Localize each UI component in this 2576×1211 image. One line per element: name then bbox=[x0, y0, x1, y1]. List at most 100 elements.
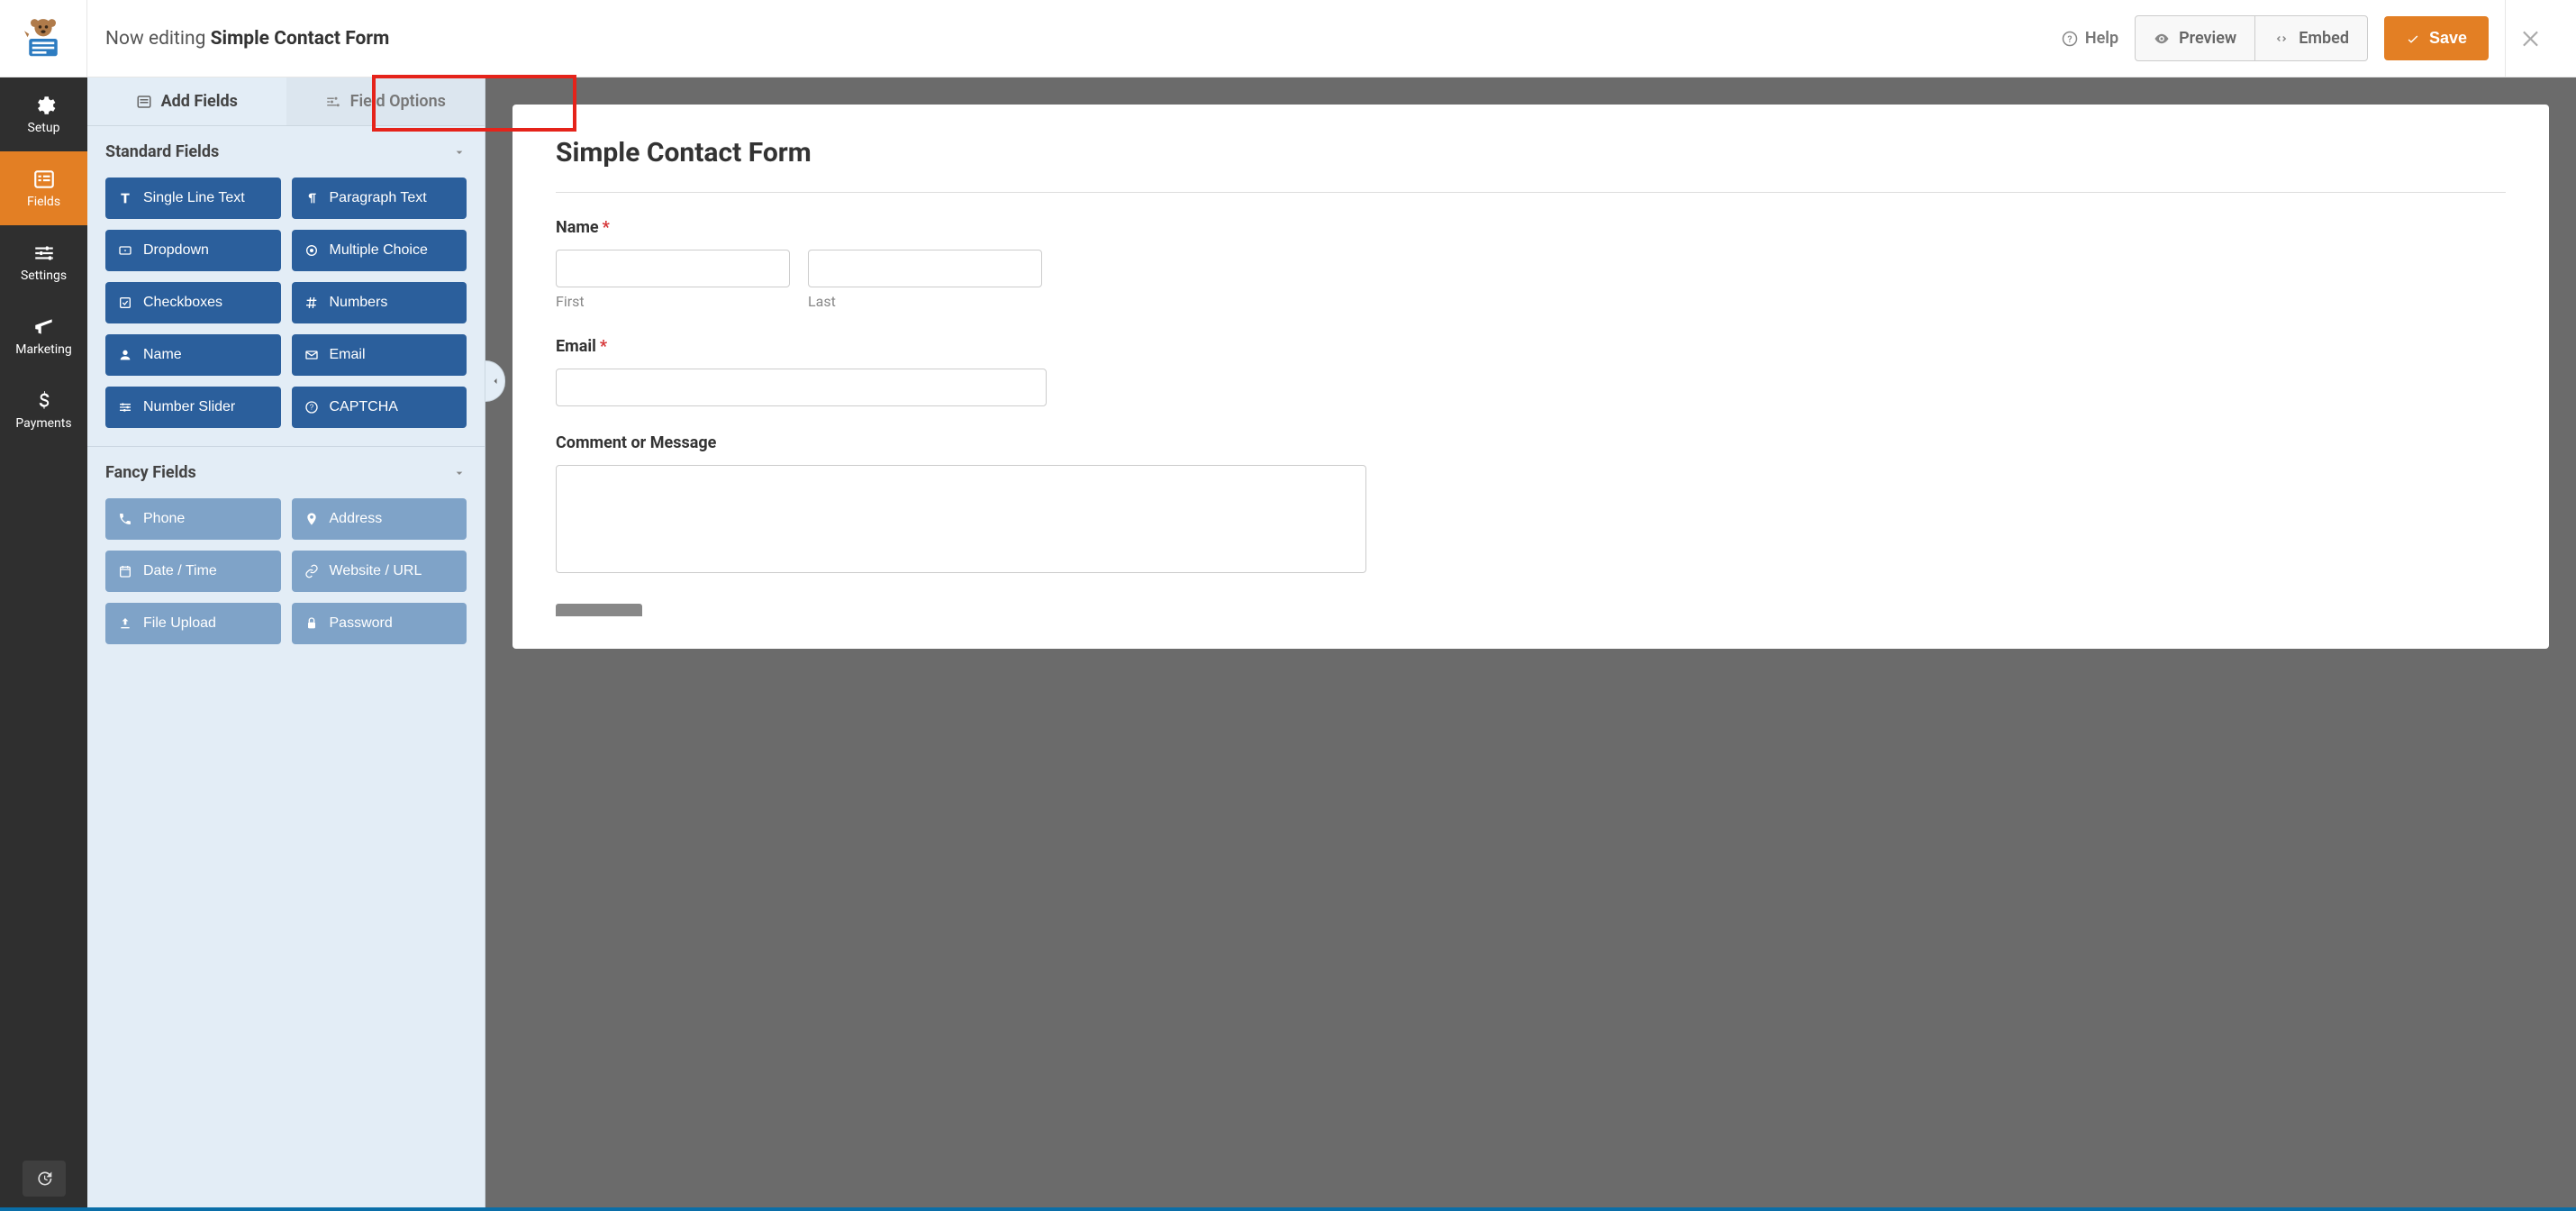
nav-setup[interactable]: Setup bbox=[0, 77, 87, 151]
section-standard-title: Standard Fields bbox=[105, 142, 219, 161]
form-title: Simple Contact Form bbox=[556, 137, 2506, 193]
link-icon bbox=[304, 564, 319, 578]
nav-fields-label: Fields bbox=[27, 195, 60, 209]
envelope-icon bbox=[304, 348, 319, 362]
embed-button[interactable]: Embed bbox=[2254, 16, 2367, 60]
help-button[interactable]: ? Help bbox=[2062, 29, 2118, 48]
calendar-icon bbox=[118, 564, 132, 578]
field-date-time[interactable]: Date / Time bbox=[105, 551, 281, 592]
sliders-icon bbox=[32, 241, 56, 265]
field-file-upload[interactable]: File Upload bbox=[105, 603, 281, 644]
history-icon bbox=[35, 1170, 53, 1188]
radio-icon bbox=[304, 243, 319, 258]
preview-button[interactable]: Preview bbox=[2136, 16, 2254, 60]
history-button[interactable] bbox=[23, 1161, 66, 1197]
nav-fields[interactable]: Fields bbox=[0, 151, 87, 225]
pin-icon bbox=[304, 512, 319, 526]
form-preview[interactable]: Simple Contact Form Name* First Last bbox=[512, 105, 2549, 649]
chevron-down-icon bbox=[452, 466, 467, 480]
check-icon bbox=[2406, 32, 2420, 46]
field-paragraph-text[interactable]: Paragraph Text bbox=[292, 178, 467, 219]
svg-text:?: ? bbox=[309, 404, 313, 412]
field-checkboxes[interactable]: Checkboxes bbox=[105, 282, 281, 323]
section-fancy-header[interactable]: Fancy Fields bbox=[87, 447, 485, 491]
comment-textarea[interactable] bbox=[556, 465, 1366, 573]
field-phone[interactable]: Phone bbox=[105, 498, 281, 540]
logo bbox=[0, 0, 87, 77]
field-website[interactable]: Website / URL bbox=[292, 551, 467, 592]
editing-prefix: Now editing bbox=[105, 28, 205, 50]
help-label: Help bbox=[2085, 29, 2118, 48]
tab-add-fields[interactable]: Add Fields bbox=[87, 77, 286, 125]
field-name[interactable]: Name bbox=[105, 334, 281, 376]
checkbox-icon bbox=[118, 296, 132, 310]
nav-marketing-label: Marketing bbox=[15, 342, 72, 357]
slider-icon bbox=[118, 400, 132, 414]
fields-panel: Add Fields Field Options Standard Fields… bbox=[87, 77, 485, 1211]
lock-icon bbox=[304, 616, 319, 631]
panel-tabs: Add Fields Field Options bbox=[87, 77, 485, 126]
section-fancy-title: Fancy Fields bbox=[105, 463, 196, 482]
paragraph-icon bbox=[304, 191, 319, 205]
save-button[interactable]: Save bbox=[2384, 16, 2489, 60]
editing-form-name: Simple Contact Form bbox=[211, 28, 390, 50]
preview-embed-group: Preview Embed bbox=[2135, 15, 2368, 61]
email-input[interactable] bbox=[556, 369, 1047, 406]
close-icon bbox=[2520, 27, 2544, 50]
svg-text:?: ? bbox=[2067, 32, 2072, 44]
field-multiple-choice[interactable]: Multiple Choice bbox=[292, 230, 467, 271]
chevron-down-icon bbox=[452, 145, 467, 159]
wpforms-logo-icon bbox=[18, 14, 68, 64]
required-asterisk: * bbox=[603, 218, 610, 237]
submit-button[interactable] bbox=[556, 604, 642, 616]
field-password[interactable]: Password bbox=[292, 603, 467, 644]
form-icon bbox=[136, 94, 152, 110]
first-sublabel: First bbox=[556, 293, 790, 310]
dollar-icon bbox=[32, 389, 56, 413]
gear-icon bbox=[32, 94, 56, 117]
embed-label: Embed bbox=[2299, 29, 2349, 48]
user-icon bbox=[118, 348, 132, 362]
tab-options-label: Field Options bbox=[350, 92, 446, 111]
field-email-block[interactable]: Email* bbox=[556, 337, 2506, 406]
nav-payments-label: Payments bbox=[15, 416, 71, 431]
field-comment-block[interactable]: Comment or Message bbox=[556, 433, 2506, 577]
last-sublabel: Last bbox=[808, 293, 1042, 310]
last-name-input[interactable] bbox=[808, 250, 1042, 287]
bottom-accent bbox=[0, 1207, 2576, 1211]
field-email[interactable]: Email bbox=[292, 334, 467, 376]
field-single-line-text[interactable]: Single Line Text bbox=[105, 178, 281, 219]
name-label: Name* bbox=[556, 218, 2506, 237]
options-icon bbox=[325, 94, 341, 110]
list-icon bbox=[32, 168, 56, 191]
email-label: Email* bbox=[556, 337, 2506, 356]
editing-label: Now editing Simple Contact Form bbox=[105, 28, 389, 50]
field-number-slider[interactable]: Number Slider bbox=[105, 387, 281, 428]
hash-icon bbox=[304, 296, 319, 310]
help-icon: ? bbox=[2062, 31, 2078, 47]
save-label: Save bbox=[2429, 29, 2467, 48]
form-canvas: Simple Contact Form Name* First Last bbox=[485, 77, 2576, 1211]
upload-icon bbox=[118, 616, 132, 631]
close-button[interactable] bbox=[2505, 0, 2558, 77]
field-address[interactable]: Address bbox=[292, 498, 467, 540]
nav-settings[interactable]: Settings bbox=[0, 225, 87, 299]
nav-setup-label: Setup bbox=[28, 121, 60, 135]
nav-marketing[interactable]: Marketing bbox=[0, 299, 87, 373]
code-icon bbox=[2273, 31, 2290, 47]
field-numbers[interactable]: Numbers bbox=[292, 282, 467, 323]
preview-label: Preview bbox=[2179, 29, 2236, 48]
phone-icon bbox=[118, 512, 132, 526]
question-icon: ? bbox=[304, 400, 319, 414]
field-captcha[interactable]: ?CAPTCHA bbox=[292, 387, 467, 428]
field-name-block[interactable]: Name* First Last bbox=[556, 218, 2506, 310]
first-name-input[interactable] bbox=[556, 250, 790, 287]
field-dropdown[interactable]: Dropdown bbox=[105, 230, 281, 271]
top-bar: Now editing Simple Contact Form ? Help P… bbox=[0, 0, 2576, 77]
eye-icon bbox=[2154, 31, 2170, 47]
nav-payments[interactable]: Payments bbox=[0, 373, 87, 447]
dropdown-icon bbox=[118, 243, 132, 258]
tab-add-label: Add Fields bbox=[161, 92, 238, 111]
tab-field-options[interactable]: Field Options bbox=[286, 77, 485, 125]
section-standard-header[interactable]: Standard Fields bbox=[87, 126, 485, 170]
